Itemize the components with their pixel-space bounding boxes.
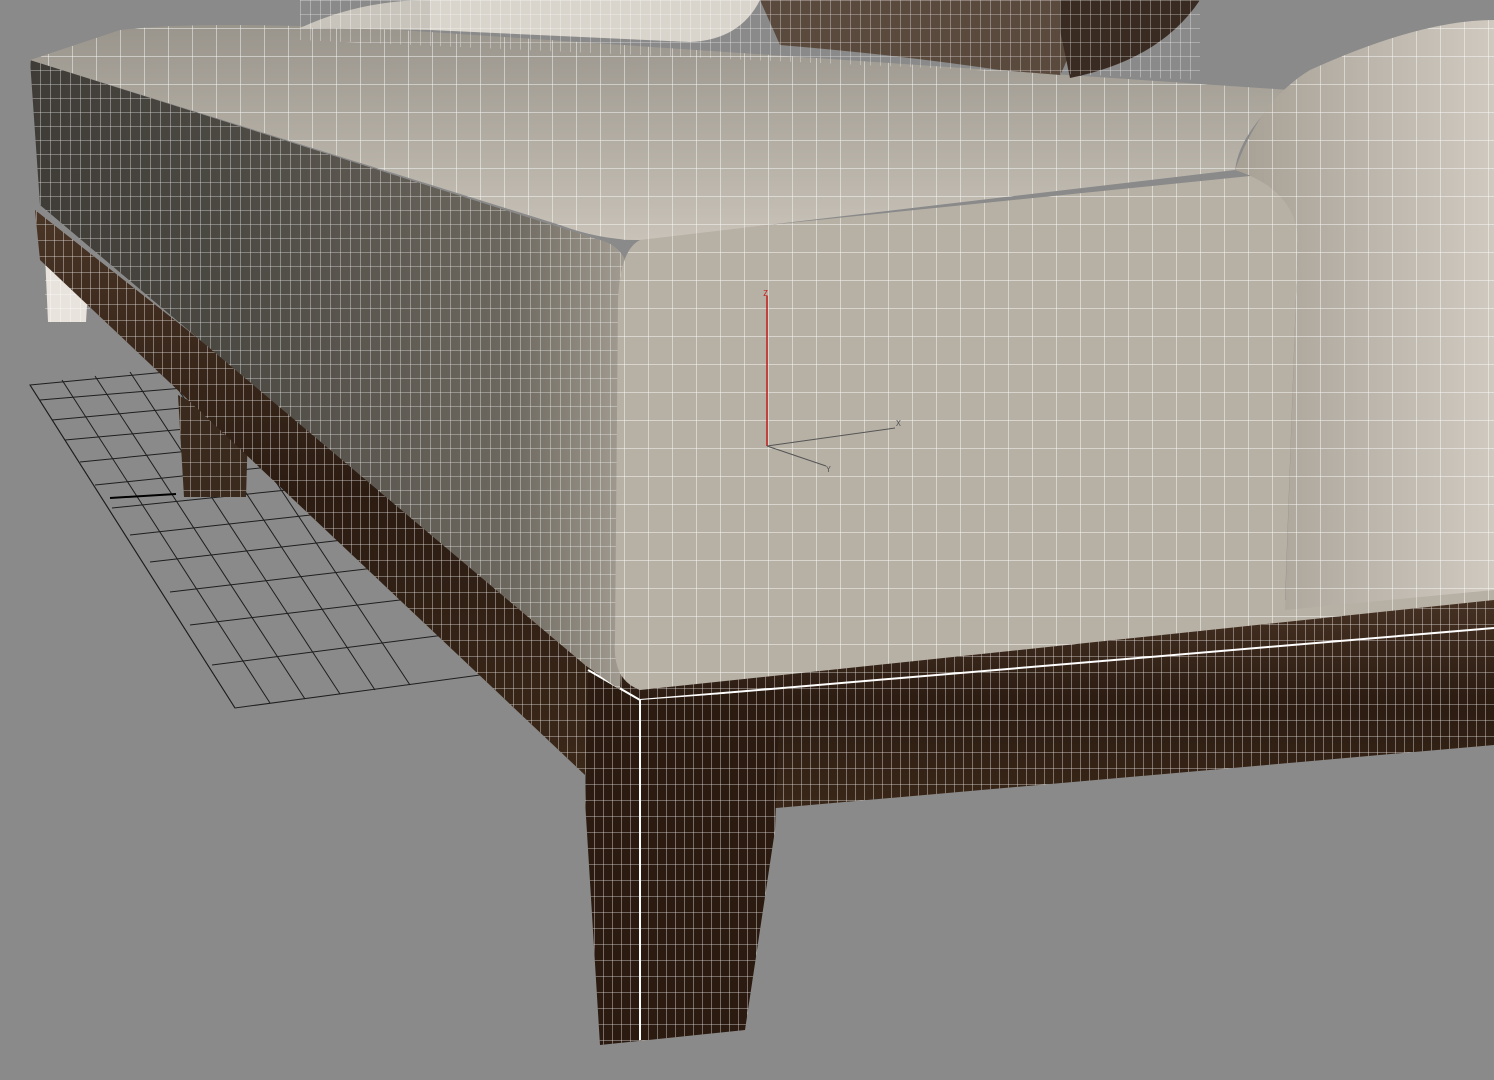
gizmo-z-label: Z <box>763 289 768 298</box>
front-leg <box>585 669 780 1045</box>
scene-svg: Z X Y <box>29 0 1494 1045</box>
gizmo-x-label: X <box>896 419 901 428</box>
gizmo-y-label: Y <box>826 465 831 474</box>
3d-viewport[interactable]: Z X Y <box>0 0 1494 1080</box>
